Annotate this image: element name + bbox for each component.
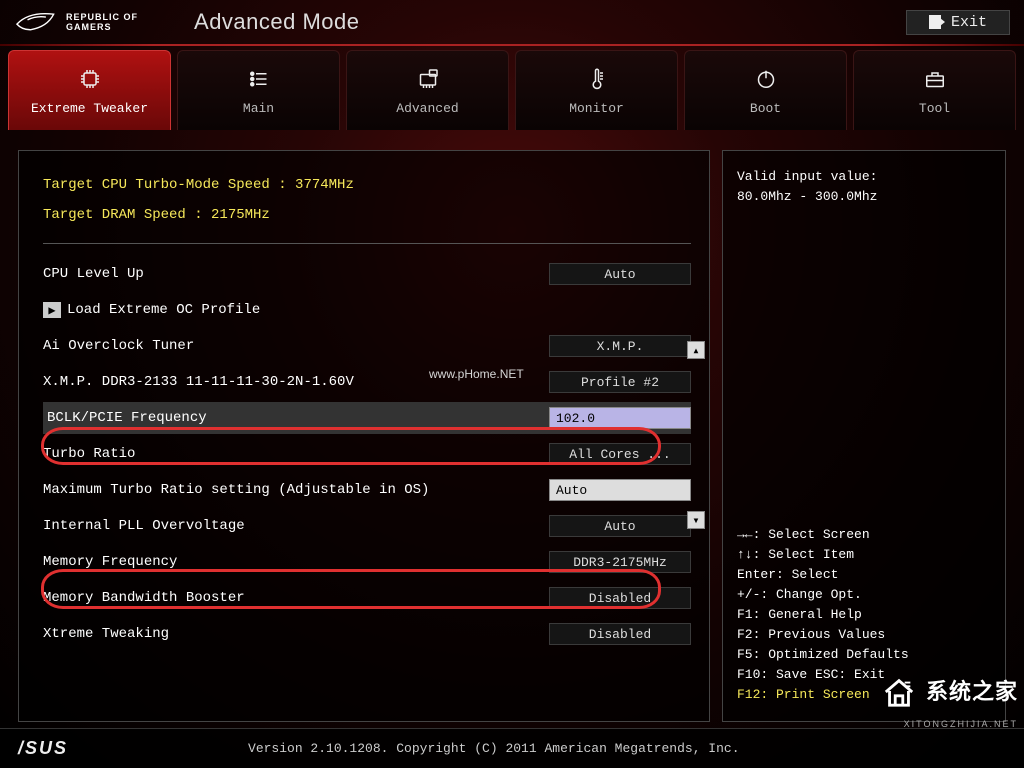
overlay-url-watermark: www.pHome.NET: [429, 367, 524, 381]
help-cmd: ↑↓: Select Item: [737, 545, 991, 565]
footer-bar: /SUS Version 2.10.1208. Copyright (C) 20…: [0, 728, 1024, 768]
setting-value[interactable]: DDR3-2175MHz: [549, 551, 691, 573]
scroll-up-button[interactable]: ▴: [687, 341, 705, 359]
chip-icon: [76, 65, 104, 93]
tab-main[interactable]: Main: [177, 50, 340, 130]
setting-memory-bandwidth[interactable]: Memory Bandwidth Booster Disabled: [43, 582, 691, 614]
divider: [43, 243, 691, 244]
setting-label: CPU Level Up: [43, 266, 549, 282]
tab-advanced[interactable]: Advanced: [346, 50, 509, 130]
setting-label: BCLK/PCIE Frequency: [43, 410, 549, 426]
exit-label: Exit: [951, 14, 987, 31]
target-dram-line: Target DRAM Speed : 2175MHz: [43, 207, 691, 223]
setting-memory-frequency[interactable]: Memory Frequency DDR3-2175MHz: [43, 546, 691, 578]
setting-label: Memory Bandwidth Booster: [43, 590, 549, 606]
chevron-right-icon: ▶: [43, 302, 61, 318]
tab-tool[interactable]: Tool: [853, 50, 1016, 130]
setting-value[interactable]: Auto: [549, 479, 691, 501]
target-cpu-line: Target CPU Turbo-Mode Speed : 3774MHz: [43, 177, 691, 193]
help-cmd: F1: General Help: [737, 605, 991, 625]
help-panel: Valid input value: 80.0Mhz - 300.0Mhz →←…: [722, 150, 1006, 722]
setting-bclk-frequency[interactable]: BCLK/PCIE Frequency 102.0: [43, 402, 691, 434]
help-cmd: F10: Save ESC: Exit: [737, 665, 991, 685]
mode-title: Advanced Mode: [194, 9, 360, 35]
setting-value-input[interactable]: 102.0: [549, 407, 691, 429]
tab-extreme-tweaker[interactable]: Extreme Tweaker: [8, 50, 171, 130]
exit-button[interactable]: Exit: [906, 10, 1010, 35]
setting-label: Load Extreme OC Profile: [67, 302, 691, 318]
list-icon: [245, 65, 273, 93]
scroll-down-button[interactable]: ▾: [687, 511, 705, 529]
setting-label: Xtreme Tweaking: [43, 626, 549, 642]
setting-value[interactable]: Disabled: [549, 587, 691, 609]
rog-logo: REPUBLIC OF GAMERS: [14, 10, 138, 34]
setting-label: Turbo Ratio: [43, 446, 549, 462]
setting-xtreme-tweaking[interactable]: Xtreme Tweaking Disabled: [43, 618, 691, 650]
title-bar: REPUBLIC OF GAMERS Advanced Mode Exit: [0, 0, 1024, 44]
help-cmd: F5: Optimized Defaults: [737, 645, 991, 665]
scrollbar[interactable]: ▴ ▾: [687, 341, 705, 529]
tab-label: Monitor: [569, 101, 624, 116]
brand-line2: GAMERS: [66, 22, 138, 32]
tab-boot[interactable]: Boot: [684, 50, 847, 130]
setting-pll-overvoltage[interactable]: Internal PLL Overvoltage Auto: [43, 510, 691, 542]
setting-turbo-ratio[interactable]: Turbo Ratio All Cores ...: [43, 438, 691, 470]
exit-icon: [929, 15, 941, 29]
tab-monitor[interactable]: Monitor: [515, 50, 678, 130]
help-cmd: +/-: Change Opt.: [737, 585, 991, 605]
help-cmd: Enter: Select: [737, 565, 991, 585]
chipset-icon: [414, 65, 442, 93]
asus-logo: /SUS: [18, 738, 68, 759]
tab-label: Tool: [919, 101, 950, 116]
setting-cpu-level-up[interactable]: CPU Level Up Auto: [43, 258, 691, 290]
power-icon: [752, 65, 780, 93]
setting-max-turbo[interactable]: Maximum Turbo Ratio setting (Adjustable …: [43, 474, 691, 506]
setting-value[interactable]: All Cores ...: [549, 443, 691, 465]
thermometer-icon: [583, 65, 611, 93]
setting-value[interactable]: Disabled: [549, 623, 691, 645]
help-valid-range: 80.0Mhz - 300.0Mhz: [737, 187, 991, 207]
setting-value[interactable]: Profile #2: [549, 371, 691, 393]
content-area: Target CPU Turbo-Mode Speed : 3774MHz Ta…: [18, 150, 1006, 722]
rog-eye-icon: [14, 10, 58, 34]
footer-copyright: Version 2.10.1208. Copyright (C) 2011 Am…: [248, 741, 739, 756]
tab-strip: Extreme Tweaker Main Advanced Monitor Bo…: [0, 46, 1024, 130]
setting-xmp[interactable]: X.M.P. DDR3-2133 11-11-11-30-2N-1.60V Pr…: [43, 366, 691, 398]
settings-panel: Target CPU Turbo-Mode Speed : 3774MHz Ta…: [18, 150, 710, 722]
tab-label: Main: [243, 101, 274, 116]
setting-label: Memory Frequency: [43, 554, 549, 570]
help-valid-title: Valid input value:: [737, 167, 991, 187]
setting-label: Internal PLL Overvoltage: [43, 518, 549, 534]
setting-label: Maximum Turbo Ratio setting (Adjustable …: [43, 482, 549, 498]
setting-value[interactable]: Auto: [549, 515, 691, 537]
tab-label: Boot: [750, 101, 781, 116]
setting-value[interactable]: X.M.P.: [549, 335, 691, 357]
tab-label: Advanced: [396, 101, 458, 116]
toolbox-icon: [921, 65, 949, 93]
setting-ai-tuner[interactable]: Ai Overclock Tuner X.M.P.: [43, 330, 691, 362]
help-cmd: →←: Select Screen: [737, 525, 991, 545]
setting-label: Ai Overclock Tuner: [43, 338, 549, 354]
setting-load-oc-profile[interactable]: ▶ Load Extreme OC Profile: [43, 294, 691, 326]
brand-line1: REPUBLIC OF: [66, 12, 138, 22]
help-cmd-print: F12: Print Screen: [737, 685, 991, 705]
help-cmd: F2: Previous Values: [737, 625, 991, 645]
setting-value[interactable]: Auto: [549, 263, 691, 285]
tab-label: Extreme Tweaker: [31, 101, 148, 116]
